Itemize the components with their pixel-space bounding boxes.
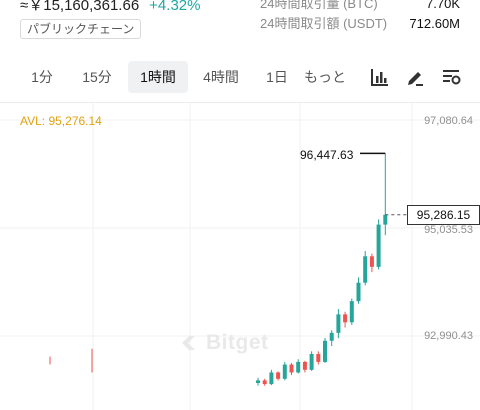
price-change: +4.32%	[149, 0, 201, 14]
y-axis-label: 97,080.64	[424, 115, 473, 127]
watermark: Bitget	[206, 331, 269, 354]
high-price-label: 96,447.63	[300, 148, 354, 162]
jpy-price: ≈￥15,160,361.66	[20, 0, 140, 14]
draw-pen-icon[interactable]	[404, 66, 426, 88]
candle-body	[282, 364, 287, 379]
candle-body	[356, 282, 361, 302]
stat-row: 24時間取引額 (USDT) 712.60M	[260, 14, 460, 34]
candle-body	[376, 224, 381, 267]
tab-1d[interactable]: 1日	[256, 61, 298, 93]
y-axis-label: 95,035.53	[424, 224, 473, 236]
candle-body	[256, 380, 260, 384]
stat-row: 24時間取引量 (BTC) 7.70K	[260, 0, 460, 14]
avl-label: AVL: 95,276.14	[20, 114, 102, 128]
candle-body	[383, 214, 388, 225]
candle-body	[276, 372, 281, 379]
candlestick-chart[interactable]	[0, 103, 480, 410]
current-price-tag[interactable]: 95,286.15	[407, 205, 480, 225]
tab-1h[interactable]: 1時間	[128, 61, 188, 93]
candle-body	[369, 256, 374, 267]
tab-4h[interactable]: 4時間	[194, 61, 248, 93]
candle-body	[269, 372, 274, 385]
candle-body	[329, 332, 334, 341]
candle-body	[336, 314, 341, 333]
candle-body	[349, 301, 354, 323]
candle-body	[289, 364, 294, 373]
candle-body	[302, 361, 307, 370]
price-summary: ≈￥15,160,361.66 +4.32%	[20, 0, 200, 15]
y-axis-label: 92,990.43	[424, 330, 473, 342]
bar-chart-icon[interactable]	[369, 66, 391, 88]
interval-tabs: 1分 15分 1時間 4時間 1日 もっと	[20, 61, 346, 93]
tab-15m[interactable]: 15分	[70, 61, 124, 93]
candle-body	[343, 314, 348, 323]
stat-value: 712.60M	[409, 16, 460, 31]
candle-body	[262, 380, 267, 385]
volume-stats: 24時間取引量 (BTC) 7.70K 24時間取引額 (USDT) 712.6…	[260, 0, 460, 34]
candle-body	[316, 353, 321, 362]
candle-body	[296, 361, 301, 373]
tab-1m[interactable]: 1分	[20, 61, 64, 93]
candle-body	[323, 340, 327, 362]
chain-badge[interactable]: パブリックチェーン	[20, 19, 142, 39]
stat-label: 24時間取引量 (BTC)	[260, 0, 378, 11]
tab-more[interactable]: もっと	[304, 61, 346, 93]
stat-label: 24時間取引額 (USDT)	[260, 16, 388, 31]
bitget-logo-icon	[182, 336, 195, 350]
candle-body	[309, 353, 314, 370]
stat-value: 7.70K	[426, 0, 460, 11]
indicator-settings-icon[interactable]	[440, 66, 462, 88]
candle-body	[363, 256, 368, 283]
